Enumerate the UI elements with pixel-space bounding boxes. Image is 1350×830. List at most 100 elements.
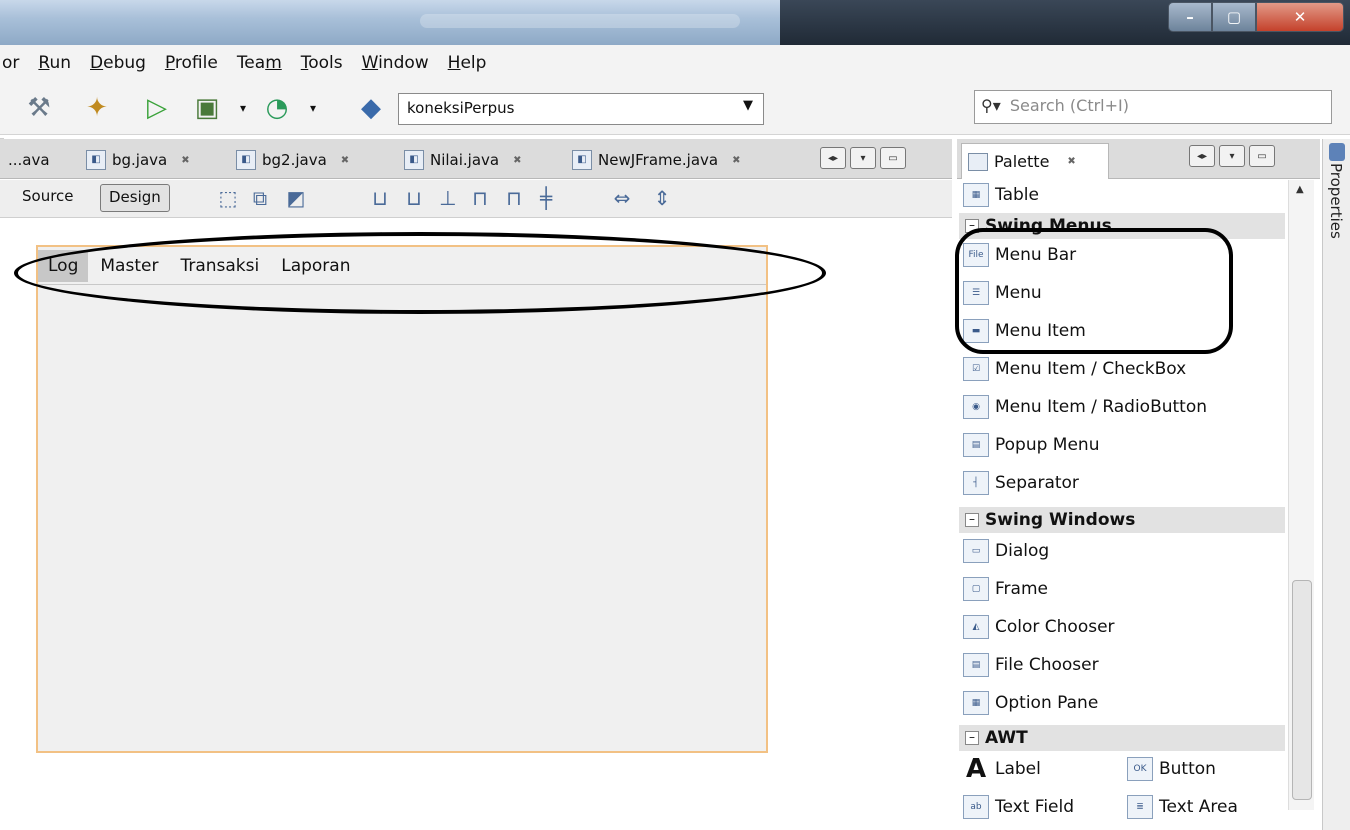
close-tab-icon[interactable]: ✖ bbox=[732, 155, 740, 166]
menu-run[interactable]: Run bbox=[38, 53, 71, 73]
debug-dropdown-icon[interactable]: ▾ bbox=[226, 91, 260, 125]
collapse-icon: – bbox=[965, 731, 979, 745]
palette-category-awt[interactable]: – AWT bbox=[959, 725, 1285, 751]
title-bar: – ▢ ✕ bbox=[0, 0, 1350, 45]
properties-icon[interactable] bbox=[1329, 143, 1345, 161]
menu-help[interactable]: Help bbox=[448, 53, 487, 73]
palette-tab-strip: Palette ✖ ◂▸ ▾ ▭ bbox=[957, 139, 1320, 179]
button-icon: OK bbox=[1127, 757, 1153, 781]
design-button[interactable]: Design bbox=[100, 184, 170, 212]
search-input[interactable]: ⚲▾ Search (Ctrl+I) bbox=[974, 90, 1332, 124]
palette-scrollbar[interactable]: ▲ bbox=[1288, 180, 1314, 810]
center-horizontal-icon[interactable]: ⊥ bbox=[436, 186, 460, 210]
configuration-combo[interactable]: koneksiPerpus ▼ bbox=[398, 93, 764, 125]
tab-bg2-java[interactable]: ◧ bg2.java ✖ bbox=[236, 145, 349, 175]
palette-item-file-chooser[interactable]: ▤ File Chooser bbox=[963, 649, 1099, 681]
debug-icon[interactable]: ▣ bbox=[190, 91, 224, 125]
properties-tab[interactable]: Properties bbox=[1327, 163, 1345, 239]
java-form-icon: ◧ bbox=[404, 150, 424, 170]
text-area-icon: ≣ bbox=[1127, 795, 1153, 819]
table-icon: ▦ bbox=[963, 183, 989, 207]
chevron-down-icon: ▼ bbox=[743, 98, 753, 113]
maximize-window-icon[interactable]: ▭ bbox=[880, 147, 906, 169]
maximize-window-icon[interactable]: ▭ bbox=[1249, 145, 1275, 167]
source-design-toolbar: Source Design ⬚ ⧉ ◩ ⊔ ⊔ ⊥ ⊓ ⊓ ╪ ⇔ ⇕ bbox=[0, 180, 952, 218]
clean-build-icon[interactable]: ✦ bbox=[80, 91, 114, 125]
close-tab-icon[interactable]: ✖ bbox=[513, 155, 521, 166]
tab-bg-java[interactable]: ◧ bg.java ✖ bbox=[86, 145, 190, 175]
palette-item-frame[interactable]: ▢ Frame bbox=[963, 573, 1048, 605]
menu-team[interactable]: Team bbox=[237, 53, 282, 73]
highlight-ellipse-menu-items bbox=[955, 228, 1233, 354]
file-chooser-icon: ▤ bbox=[963, 653, 989, 677]
palette-item-menu-item-checkbox[interactable]: ☑ Menu Item / CheckBox bbox=[963, 353, 1186, 385]
palette-item-popup-menu[interactable]: ▤ Popup Menu bbox=[963, 429, 1099, 461]
tab-list-dropdown-icon[interactable]: ▾ bbox=[1219, 145, 1245, 167]
tab-list-dropdown-icon[interactable]: ▾ bbox=[850, 147, 876, 169]
menu-window[interactable]: Window bbox=[362, 53, 429, 73]
color-chooser-icon: ◭ bbox=[963, 615, 989, 639]
window-controls: – ▢ ✕ bbox=[1168, 2, 1344, 32]
close-tab-icon[interactable]: ✖ bbox=[341, 155, 349, 166]
palette-item-separator[interactable]: ┤ Separator bbox=[963, 467, 1079, 499]
minimize-button[interactable]: – bbox=[1168, 2, 1212, 32]
menu-tools[interactable]: Tools bbox=[301, 53, 343, 73]
frame-icon: ▢ bbox=[963, 577, 989, 601]
menu-editor[interactable]: or bbox=[2, 53, 19, 73]
java-form-icon: ◧ bbox=[236, 150, 256, 170]
close-button[interactable]: ✕ bbox=[1256, 2, 1344, 32]
config-icon[interactable]: ◆ bbox=[354, 91, 388, 125]
tab-ava[interactable]: ...ava bbox=[8, 145, 50, 175]
tab-scroll-left-icon[interactable]: ◂▸ bbox=[1189, 145, 1215, 167]
palette-item-text-field[interactable]: ab Text Field bbox=[963, 791, 1074, 823]
resize-horizontal-icon[interactable]: ⇔ bbox=[610, 186, 634, 210]
palette-item-menu-item-radiobutton[interactable]: ◉ Menu Item / RadioButton bbox=[963, 391, 1207, 423]
connection-mode-icon[interactable]: ⧉ bbox=[248, 186, 272, 210]
palette-item-button[interactable]: OK Button bbox=[1127, 753, 1216, 785]
source-button[interactable]: Source bbox=[14, 184, 82, 212]
tab-nilai-java[interactable]: ◧ Nilai.java ✖ bbox=[404, 145, 522, 175]
radio-menu-item-icon: ◉ bbox=[963, 395, 989, 419]
tab-newjframe-java[interactable]: ◧ NewJFrame.java ✖ bbox=[572, 145, 740, 175]
center-vertical-icon[interactable]: ╪ bbox=[534, 186, 558, 210]
selection-mode-icon[interactable]: ⬚ bbox=[216, 186, 240, 210]
editor-tab-strip: ...ava ◧ bg.java ✖ ◧ bg2.java ✖ ◧ Nilai.… bbox=[0, 139, 952, 179]
hammer-icon[interactable]: ⚒ bbox=[22, 91, 56, 125]
palette-item-text-area[interactable]: ≣ Text Area bbox=[1127, 791, 1238, 823]
tab-scroll-left-icon[interactable]: ◂▸ bbox=[820, 147, 846, 169]
align-top-icon[interactable]: ⊓ bbox=[468, 186, 492, 210]
right-side-dock: Properties bbox=[1322, 139, 1350, 830]
scroll-up-icon[interactable]: ▲ bbox=[1296, 184, 1304, 195]
palette-item-label[interactable]: A Label bbox=[963, 753, 1041, 785]
palette-category-swing-windows[interactable]: – Swing Windows bbox=[959, 507, 1285, 533]
blurred-window-title bbox=[420, 14, 740, 28]
collapse-icon: – bbox=[965, 513, 979, 527]
profile-dropdown-icon[interactable]: ▾ bbox=[296, 91, 330, 125]
popup-menu-icon: ▤ bbox=[963, 433, 989, 457]
close-tab-icon[interactable]: ✖ bbox=[181, 155, 189, 166]
palette-item-dialog[interactable]: ▭ Dialog bbox=[963, 535, 1049, 567]
menu-profile[interactable]: Profile bbox=[165, 53, 218, 73]
align-left-icon[interactable]: ⊔ bbox=[368, 186, 392, 210]
maximize-button[interactable]: ▢ bbox=[1212, 2, 1256, 32]
run-icon[interactable]: ▷ bbox=[140, 91, 174, 125]
java-form-icon: ◧ bbox=[86, 150, 106, 170]
preview-design-icon[interactable]: ◩ bbox=[284, 186, 308, 210]
tab-palette[interactable]: Palette ✖ bbox=[961, 143, 1109, 179]
menu-debug[interactable]: Debug bbox=[90, 53, 146, 73]
highlight-ellipse-menubar bbox=[14, 232, 826, 314]
palette-tab-nav: ◂▸ ▾ ▭ bbox=[1189, 145, 1275, 167]
align-right-icon[interactable]: ⊔ bbox=[402, 186, 426, 210]
align-bottom-icon[interactable]: ⊓ bbox=[502, 186, 526, 210]
palette-item-color-chooser[interactable]: ◭ Color Chooser bbox=[963, 611, 1115, 643]
close-tab-icon[interactable]: ✖ bbox=[1067, 156, 1075, 167]
palette-icon bbox=[968, 152, 988, 171]
ide-window: – ▢ ✕ or Run Debug Profile Team Tools Wi… bbox=[0, 0, 1350, 830]
palette-item-option-pane[interactable]: ▦ Option Pane bbox=[963, 687, 1098, 719]
jframe-form[interactable]: Log Master Transaksi Laporan bbox=[36, 245, 768, 753]
resize-vertical-icon[interactable]: ⇕ bbox=[650, 186, 674, 210]
profile-icon[interactable]: ◔ bbox=[260, 91, 294, 125]
palette-item-table[interactable]: ▦ Table bbox=[963, 179, 1039, 211]
scrollbar-thumb[interactable] bbox=[1292, 580, 1312, 800]
dialog-icon: ▭ bbox=[963, 539, 989, 563]
